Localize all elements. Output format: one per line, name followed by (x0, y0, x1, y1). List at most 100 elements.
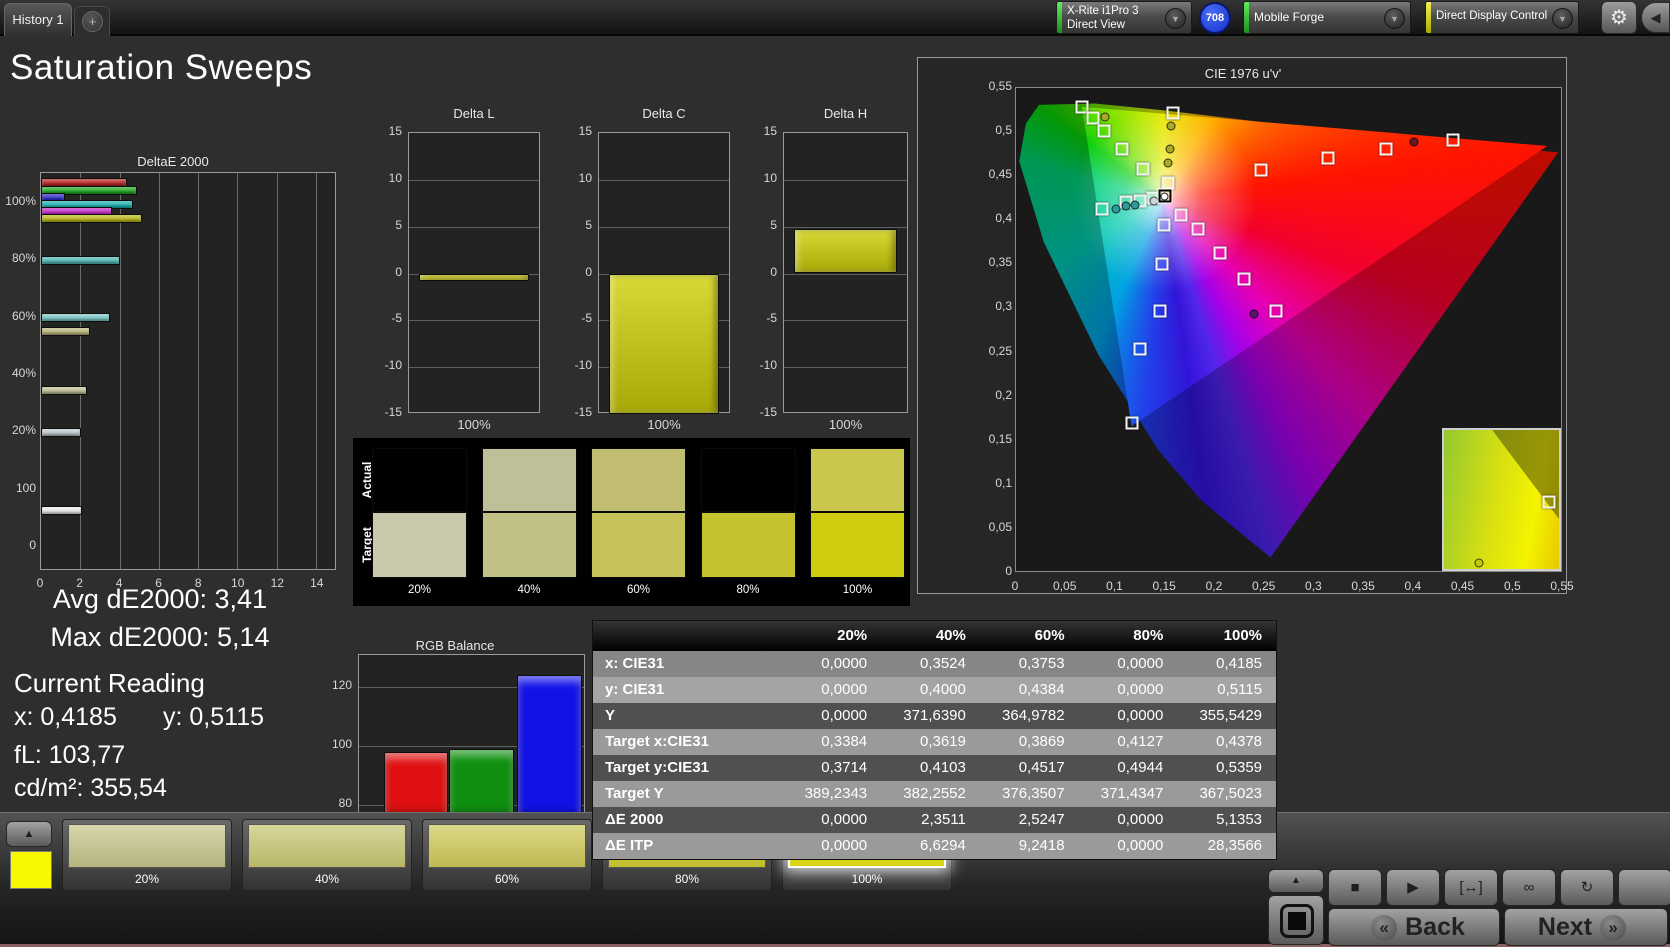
chevron-down-icon[interactable]: ▼ (1384, 8, 1405, 29)
row-label: y: CIE31 (593, 677, 782, 703)
cie-zoom-inset (1442, 428, 1561, 571)
target-marker (1166, 107, 1179, 120)
chevron-down-icon[interactable]: ▼ (1552, 8, 1573, 29)
row-value: 2,5247 (980, 807, 1079, 833)
rgb-y-tick: 120 (316, 678, 352, 692)
gridline (599, 227, 729, 228)
row-value: 9,2418 (980, 833, 1079, 859)
plus-icon: + (82, 11, 103, 32)
deltae2000-title: DeltaE 2000 (8, 154, 338, 169)
row-label: Y (593, 703, 782, 729)
y-tick-label: 5 (368, 218, 402, 232)
loop-infinite-button[interactable]: ∞ (1502, 869, 1556, 906)
row-label: x: CIE31 (593, 651, 782, 677)
row-label: Target x:CIE31 (593, 729, 782, 755)
cie-x-tick: 0,5 (1492, 579, 1532, 593)
row-value: 0,0000 (1079, 833, 1178, 859)
new-tab-button[interactable]: + (74, 6, 110, 36)
refresh-button[interactable]: ↻ (1560, 869, 1614, 906)
tab-history1[interactable]: History 1 (4, 3, 72, 36)
cie-x-tick: 0,2 (1194, 579, 1234, 593)
cie-y-tick: 0,55 (968, 79, 1012, 93)
de2000-bar (41, 506, 82, 515)
back-button[interactable]: «Back (1328, 908, 1500, 946)
next-button[interactable]: Next» (1504, 908, 1668, 946)
cie-x-tick: 0,1 (1094, 579, 1134, 593)
play-button[interactable]: ▶ (1386, 869, 1440, 906)
gridline (198, 173, 199, 569)
y-tick-label: -5 (558, 311, 592, 325)
swatch-color (428, 824, 586, 868)
current-cdm2-value: cd/m²: 355,54 (14, 774, 167, 803)
target-swatch-40% (482, 512, 577, 578)
y-tick-label: -5 (368, 311, 402, 325)
strip-column-label: 60% (591, 584, 686, 596)
cie-chromaticity-chart (1015, 87, 1562, 572)
row-label: ΔE 2000 (593, 807, 782, 833)
inset-target-marker (1542, 495, 1555, 508)
swatch-label: 80% (603, 872, 771, 886)
delta-c-chart (598, 132, 730, 413)
source-selector[interactable]: Mobile Forge ▼ (1243, 1, 1411, 34)
gridline (784, 367, 907, 368)
row-value: 364,9782 (980, 703, 1079, 729)
delta-l-title: Delta L (378, 106, 570, 121)
saturation-swatch-button-20%[interactable]: 20% (62, 819, 232, 891)
saturation-swatch-button-40%[interactable]: 40% (242, 819, 412, 891)
measurement-table: 20%40%60%80%100%x: CIE310,00000,35240,37… (592, 620, 1277, 860)
row-value: 0,3384 (782, 729, 881, 755)
actual-swatch-20% (372, 448, 467, 512)
expand-swatch-panel-button[interactable]: ▲ (6, 821, 52, 847)
green-bar (449, 749, 514, 818)
extra-button[interactable] (1618, 869, 1670, 906)
display-status-strip (1426, 2, 1431, 34)
target-marker (1087, 112, 1100, 125)
y-tick-label: 0 (368, 265, 402, 279)
row-value: 0,3869 (980, 729, 1079, 755)
gridline (409, 320, 539, 321)
current-x-value: x: 0,4185 (14, 703, 117, 732)
y-tick-label: -10 (558, 358, 592, 372)
cie-x-tick: 0,4 (1393, 579, 1433, 593)
chevron-down-icon[interactable]: ▼ (1165, 8, 1186, 29)
stop-measure-button[interactable] (1268, 895, 1324, 945)
measurement-dot (1166, 145, 1175, 154)
measurement-dot (1249, 310, 1258, 319)
display-control-label: Direct Display Control (1436, 10, 1547, 22)
de2000-bar (41, 313, 110, 322)
actual-swatch-100% (810, 448, 905, 512)
meter-selector[interactable]: X-Rite i1Pro 3Direct View ▼ (1056, 1, 1192, 34)
stop-icon (1280, 904, 1314, 938)
row-value: 0,0000 (1079, 677, 1178, 703)
row-value: 382,2552 (881, 781, 980, 807)
y-tick-label: 15 (368, 124, 402, 138)
delta-l-chart (408, 132, 540, 413)
delta-h-title: Delta H (753, 106, 938, 121)
gridline (784, 180, 907, 181)
gridline (120, 173, 121, 569)
cie-y-tick: 0,2 (968, 388, 1012, 402)
de2000-bar (41, 327, 90, 336)
cie-y-tick: 0,45 (968, 167, 1012, 181)
row-value: 28,3566 (1177, 833, 1276, 859)
target-marker (1125, 417, 1138, 430)
target-marker (1098, 125, 1111, 138)
display-control-selector[interactable]: Direct Display Control ▼ (1425, 1, 1579, 34)
row-value: 0,4944 (1079, 755, 1178, 781)
gear-icon[interactable]: ⚙ (1601, 1, 1637, 34)
collapse-panel-icon[interactable]: ◀ (1641, 2, 1670, 33)
expand-transport-panel-button[interactable]: ▲ (1268, 869, 1324, 893)
table-row: x: CIE310,00000,35240,37530,00000,4185 (593, 651, 1276, 677)
delta-c-bar (609, 274, 718, 415)
saturation-swatch-button-60%[interactable]: 60% (422, 819, 592, 891)
step-button[interactable]: [↔] (1444, 869, 1498, 906)
table-row: Target y:CIE310,37140,41030,45170,49440,… (593, 755, 1276, 781)
stop-icon-button[interactable]: ■ (1328, 869, 1382, 906)
measurement-dot (1112, 204, 1121, 213)
delta-h-chart (783, 132, 908, 413)
row-label: Target Y (593, 781, 782, 807)
rgb-y-tick: 100 (316, 737, 352, 751)
target-marker (1447, 133, 1460, 146)
row-value: 355,5429 (1177, 703, 1276, 729)
chevron-right-icon: » (1600, 915, 1626, 941)
